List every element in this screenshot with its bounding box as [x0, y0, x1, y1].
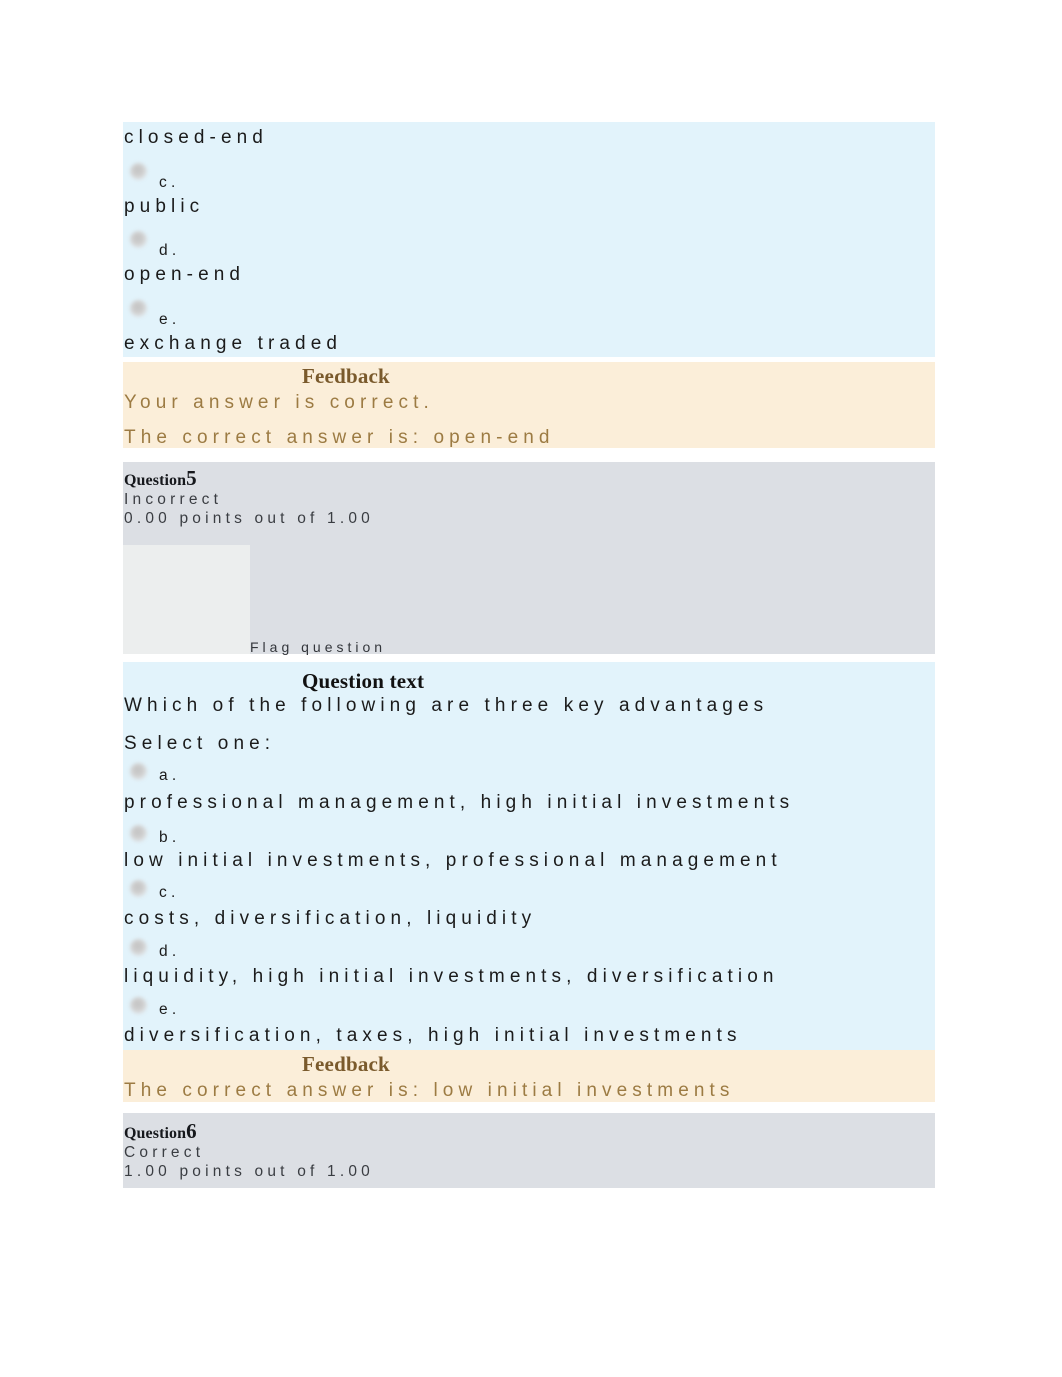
option-letter-c: c.	[159, 174, 180, 191]
question4-options-block	[123, 122, 935, 357]
question5-points: 0.00 points out of 1.00	[124, 510, 374, 527]
feedback-heading-q5: Feedback	[302, 1052, 390, 1076]
question5-stem: Which of the following are three key adv…	[124, 696, 769, 715]
option-letter-e-q5: e.	[159, 1001, 181, 1018]
option-text-a: professional management, high initial in…	[124, 793, 795, 812]
question-number-value: 5	[186, 466, 197, 490]
question-label-text: Question	[124, 472, 187, 489]
question5-number-label: Question5	[124, 468, 197, 489]
radio-option-c-q5[interactable]	[130, 880, 147, 897]
option-text-c: costs, diversification, liquidity	[124, 909, 537, 928]
option-text-e: diversification, taxes, high initial inv…	[124, 1026, 742, 1045]
option-text-d: liquidity, high initial investments, div…	[124, 967, 779, 986]
radio-option-d-q5[interactable]	[130, 939, 147, 956]
option-text-open-end: open-end	[124, 264, 246, 285]
question6-number-label: Question6	[124, 1121, 197, 1142]
question-label-text-q6: Question	[124, 1125, 187, 1142]
feedback-your-answer-correct: Your answer is correct.	[124, 392, 434, 413]
radio-option-e-q5[interactable]	[130, 997, 147, 1014]
option-letter-c-q5: c.	[159, 884, 180, 901]
question5-header-info-panel	[123, 545, 250, 654]
option-text-closed-end: closed-end	[124, 127, 268, 148]
radio-option-b[interactable]	[130, 825, 147, 842]
question6-status: Correct	[124, 1144, 205, 1161]
document-page: closed-end c. public d. open-end e. exch…	[0, 0, 1062, 1377]
question5-select-prompt: Select one:	[124, 733, 276, 754]
feedback-correct-answer-q4: The correct answer is: open-end	[124, 427, 555, 448]
radio-option-a[interactable]	[130, 763, 147, 780]
option-text-b: low initial investments, professional ma…	[124, 851, 782, 870]
option-letter-b: b.	[159, 829, 181, 846]
question6-points: 1.00 points out of 1.00	[124, 1163, 374, 1180]
feedback-heading-q4: Feedback	[302, 364, 390, 388]
option-letter-d: d.	[159, 242, 181, 259]
question-text-heading: Question text	[302, 669, 425, 693]
question5-status: Incorrect	[124, 491, 223, 508]
option-letter-a: a.	[159, 767, 181, 784]
feedback-correct-answer-q5: The correct answer is: low initial inves…	[124, 1081, 735, 1100]
radio-option-d[interactable]	[130, 231, 147, 248]
option-text-exchange-traded: exchange traded	[124, 333, 343, 354]
radio-option-e[interactable]	[130, 300, 147, 317]
question-number-value-q6: 6	[186, 1119, 197, 1143]
option-letter-e: e.	[159, 311, 181, 328]
option-letter-d-q5: d.	[159, 943, 181, 960]
option-text-public: public	[124, 196, 205, 217]
radio-option-c[interactable]	[130, 163, 147, 180]
flag-question-button[interactable]: Flag question	[250, 640, 386, 654]
